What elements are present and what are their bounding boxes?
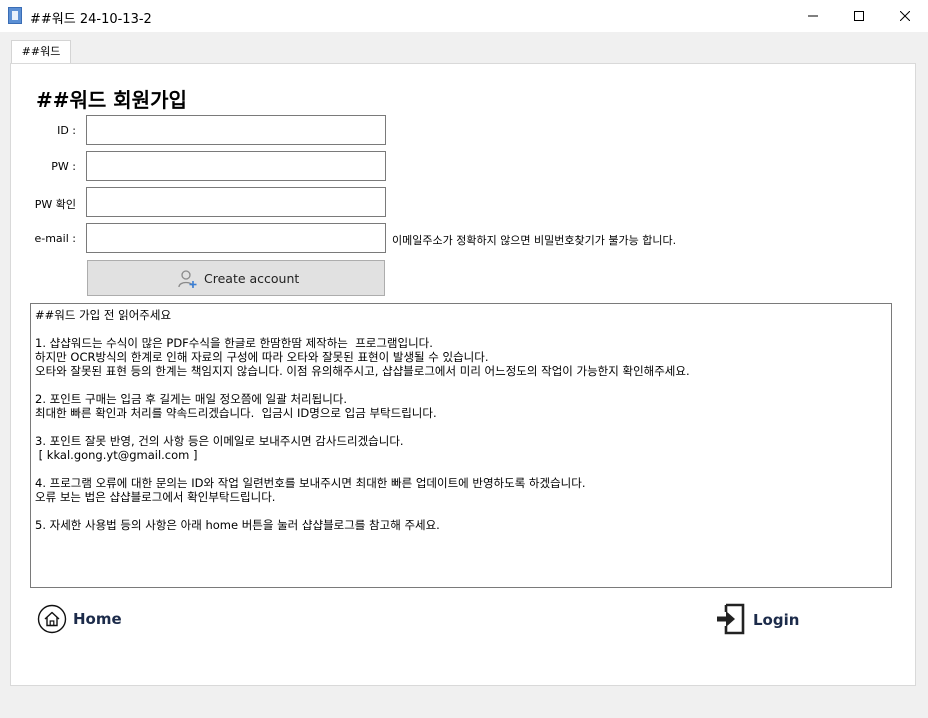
notice-line (35, 420, 887, 434)
notice-line: 하지만 OCR방식의 한계로 인해 자료의 구성에 따라 오타와 잘못된 표현이… (35, 350, 489, 364)
add-user-icon (178, 270, 197, 288)
pw-confirm-input[interactable] (86, 187, 386, 217)
email-note: 이메일주소가 정확하지 않으면 비밀번호찾기가 불가능 합니다. (392, 234, 677, 247)
pw-confirm-label: PW 확인 (34, 198, 76, 211)
notice-line (35, 462, 887, 476)
notice-line: ##워드 가입 전 읽어주세요 (35, 308, 172, 322)
notice-line (35, 378, 887, 392)
minimize-button[interactable] (790, 0, 836, 32)
home-label: Home (73, 610, 122, 628)
maximize-button[interactable] (836, 0, 882, 32)
close-icon (900, 11, 910, 21)
id-input[interactable] (86, 115, 386, 145)
tab-strip: ##워드 (0, 32, 928, 64)
email-label: e-mail : (34, 232, 76, 245)
create-account-label: Create account (204, 271, 300, 286)
title-bar: ##워드 24-10-13-2 (0, 0, 928, 32)
notice-line: 오타와 잘못된 표현 등의 한계는 책임지지 않습니다. 이점 유의해주시고, … (35, 364, 690, 378)
notice-line: 1. 샵샵워드는 수식이 많은 PDF수식을 한글로 한땀한땀 제작하는 프로그… (35, 336, 433, 350)
notice-line: 3. 포인트 잘못 반영, 건의 사항 등은 이메일로 보내주시면 감사드리겠습… (35, 434, 404, 448)
email-input[interactable] (86, 223, 386, 253)
login-icon (717, 603, 745, 635)
notice-line: 4. 프로그램 오류에 대한 문의는 ID와 작업 일련번호를 보내주시면 최대… (35, 476, 586, 490)
notice-textarea[interactable]: ##워드 가입 전 읽어주세요 1. 샵샵워드는 수식이 많은 PDF수식을 한… (30, 303, 892, 588)
notice-line: 5. 자세한 사용법 등의 사항은 아래 home 버튼을 눌러 샵샵블로그를 … (35, 518, 440, 532)
create-account-button[interactable]: Create account (87, 260, 385, 296)
tab-word[interactable]: ##워드 (11, 40, 71, 64)
notice-line: 최대한 빠른 확인과 처리를 약속드리겠습니다. 입금시 ID명으로 입금 부탁… (35, 406, 437, 420)
notice-line: 오류 보는 법은 샵샵블로그에서 확인부탁드립니다. (35, 490, 276, 504)
app-icon (8, 7, 22, 24)
pw-input[interactable] (86, 151, 386, 181)
id-label: ID : (57, 124, 76, 137)
minimize-icon (808, 15, 818, 17)
notice-line (35, 504, 887, 518)
maximize-icon (854, 11, 864, 21)
page-title: ##워드 회원가입 (36, 88, 187, 112)
window-title: ##워드 24-10-13-2 (30, 12, 152, 27)
notice-line: [ kkal.gong.yt@gmail.com ] (35, 448, 198, 462)
login-label: Login (753, 611, 800, 629)
notice-line: 2. 포인트 구매는 입금 후 길게는 매일 정오쯤에 일괄 처리됩니다. (35, 392, 348, 406)
pw-label: PW : (51, 160, 76, 173)
login-button[interactable]: Login (716, 602, 806, 636)
home-icon (37, 604, 67, 634)
close-button[interactable] (882, 0, 928, 32)
notice-line (35, 322, 887, 336)
